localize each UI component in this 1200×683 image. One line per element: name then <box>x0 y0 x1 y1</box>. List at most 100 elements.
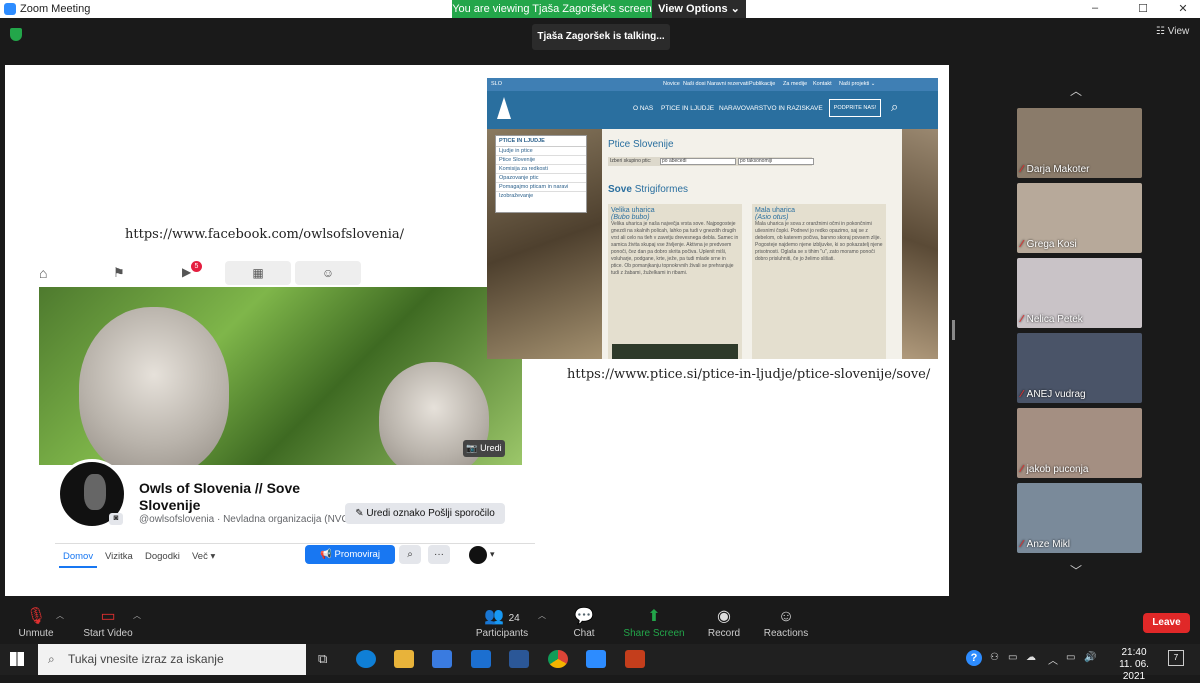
volume-icon[interactable]: 🔊 <box>1084 652 1096 663</box>
chat-button[interactable]: 💬 Chat <box>544 606 624 639</box>
filter-label: Izberi skupino ptic: <box>610 158 652 164</box>
word-icon[interactable] <box>509 650 529 668</box>
ptice-top-link[interactable]: Novice <box>663 81 680 87</box>
windows-taskbar: ⌕ Tukaj vnesite izraz za iskanje ⧉ ? ⚇ ▭… <box>0 644 1200 682</box>
network-icon[interactable]: ▭ <box>1066 652 1075 663</box>
minimize-button[interactable]: – <box>1080 2 1110 14</box>
resize-handle[interactable] <box>952 320 955 340</box>
scroll-down-icon[interactable]: ﹀ <box>1070 562 1082 579</box>
onedrive-icon[interactable]: ☁ <box>1026 652 1036 663</box>
ptice-top-link[interactable]: Naši projekti ⌄ <box>839 81 875 87</box>
view-layout-button[interactable]: ☷ View <box>1156 26 1189 37</box>
share-screen-button[interactable]: ⬆ Share Screen <box>614 606 694 639</box>
dopps-bird-logo-icon[interactable] <box>497 97 511 119</box>
ptice-top-link[interactable]: Publikacije <box>749 81 775 87</box>
view-options-button[interactable]: View Options ⌄ <box>652 0 746 18</box>
side-menu-item[interactable]: Izobraževanje <box>496 192 586 200</box>
task-view-icon[interactable]: ⧉ <box>318 651 327 667</box>
tab-about[interactable]: Vizitka <box>105 551 133 562</box>
reactions-button[interactable]: ☺ Reactions <box>746 606 826 639</box>
tab-home[interactable]: Domov <box>63 551 93 562</box>
unmute-button[interactable]: 🎙 Unmute <box>0 606 76 639</box>
nav-birds-people[interactable]: PTICE IN LJUDJE <box>661 105 714 112</box>
flag-icon[interactable]: ⚑ <box>113 265 125 281</box>
species-card[interactable]: Velika uharica (Bubo bubo) Velika uharic… <box>608 204 742 359</box>
filter-taxonomy-select[interactable]: po taksonomiji <box>738 158 814 165</box>
side-menu-item[interactable]: Komisija za redkosti <box>496 165 586 174</box>
video-options-chevron-icon[interactable]: ︿ <box>133 610 141 621</box>
participant-name-label: ⁄ jakob puconja <box>1021 464 1088 475</box>
participant-name: Darja Makoter <box>1026 164 1090 175</box>
security-shield-icon[interactable] <box>10 28 22 41</box>
chrome-icon[interactable] <box>548 650 568 668</box>
zoom-icon[interactable] <box>586 650 606 668</box>
side-menu-item[interactable]: Pomagajmo pticam in naravi <box>496 183 586 192</box>
close-button[interactable]: ✕ <box>1168 2 1198 15</box>
windows-start-icon[interactable] <box>10 652 24 666</box>
search-icon[interactable]: ⌕ <box>891 99 898 115</box>
file-explorer-icon[interactable] <box>394 650 414 668</box>
nav-about[interactable]: O NAS <box>633 105 653 112</box>
owl-chick-left <box>79 307 229 465</box>
share-screen-icon: ⬆ <box>647 608 661 625</box>
support-us-button[interactable]: PODPRITE NAS! <box>829 99 881 117</box>
page-title: Owls of Slovenia // Sove Slovenije <box>139 480 301 513</box>
ptice-topbar: SLO Novice Naši dosi Naravni rezervati P… <box>487 78 938 91</box>
ptice-top-link[interactable]: Za medije <box>783 81 807 87</box>
edit-cover-button[interactable]: 📷 Uredi <box>463 440 505 457</box>
marketplace-icon[interactable]: ▦ <box>225 261 291 285</box>
lang-selector[interactable]: SLO <box>491 81 502 87</box>
species-card[interactable]: Mala uharica (Asio otus) Mala uharica je… <box>752 204 886 359</box>
ptice-top-link[interactable]: Kontakt <box>813 81 832 87</box>
participant-tile[interactable]: ⁄ Grega Kosi <box>1017 183 1142 253</box>
groups-icon[interactable]: ☺ <box>295 261 361 285</box>
audio-options-chevron-icon[interactable]: ︿ <box>56 610 64 621</box>
search-icon: ⌕ <box>48 652 55 666</box>
participant-tile[interactable]: ⁄ jakob puconja <box>1017 408 1142 478</box>
search-icon[interactable]: ⌕ <box>399 545 421 564</box>
facebook-nav-bar: ⌂ ⚑ ▶ 5 ▦ ☺ <box>25 261 365 287</box>
participant-name: jakob puconja <box>1026 464 1089 475</box>
filter-alphabetic-select[interactable]: po abecedi <box>660 158 736 165</box>
muted-mic-icon: ⁄ <box>1021 539 1023 550</box>
scroll-up-icon[interactable]: ︿ <box>1070 82 1082 99</box>
help-icon[interactable]: ? <box>966 650 982 666</box>
tab-more[interactable]: Več ▾ <box>192 551 215 562</box>
edge-icon[interactable] <box>356 650 376 668</box>
participant-tile[interactable]: ⁄ Darja Makoter <box>1017 108 1142 178</box>
side-menu-item[interactable]: Opazovanje ptic <box>496 174 586 183</box>
ptice-top-link[interactable]: Naši dosi <box>683 81 706 87</box>
show-hidden-icons-chevron-icon[interactable]: ︿ <box>1048 652 1058 667</box>
home-icon[interactable]: ⌂ <box>39 265 47 281</box>
tab-events[interactable]: Dogodki <box>145 551 180 562</box>
microsoft-store-icon[interactable] <box>432 650 452 668</box>
side-menu-item[interactable]: Ptice Slovenije <box>496 156 586 165</box>
participants-button[interactable]: 👥 24 Participants <box>462 606 542 639</box>
video-icon[interactable]: ▶ <box>182 265 191 279</box>
side-menu-title: PTICE IN LJUDJE <box>496 136 586 147</box>
taskbar-clock[interactable]: 21:40 11. 06. 2021 <box>1108 647 1160 683</box>
muted-mic-icon: 🎙 <box>25 608 47 625</box>
clock-date: 11. 06. 2021 <box>1119 659 1149 682</box>
camera-icon[interactable]: ◙ <box>109 513 123 525</box>
powerpoint-icon[interactable] <box>625 650 645 668</box>
participant-tile[interactable]: ⁄ Anze Mikl <box>1017 483 1142 553</box>
leave-button[interactable]: Leave <box>1143 613 1190 633</box>
side-menu-item[interactable]: Ljudje in ptice <box>496 147 586 156</box>
nav-conservation[interactable]: NARAVOVARSTVO IN RAZISKAVE <box>719 105 823 112</box>
edit-page-button[interactable]: ✎ Uredi oznako Pošlji sporočilo <box>345 503 505 524</box>
battery-icon[interactable]: ▭ <box>1008 652 1017 663</box>
zoom-logo-icon <box>4 3 16 15</box>
notification-center-icon[interactable]: 7 <box>1168 650 1184 666</box>
participant-tile[interactable]: ⁄ Nelica Petek <box>1017 258 1142 328</box>
taskbar-search-box[interactable]: ⌕ Tukaj vnesite izraz za iskanje <box>38 644 306 675</box>
promote-button[interactable]: 📢 Promoviraj <box>305 545 395 564</box>
more-options-icon[interactable]: ··· <box>428 545 450 564</box>
mail-icon[interactable] <box>471 650 491 668</box>
profile-avatar[interactable] <box>469 546 487 564</box>
maximize-button[interactable]: ☐ <box>1128 2 1158 15</box>
ptice-top-link[interactable]: Naravni rezervati <box>707 81 749 87</box>
people-icon[interactable]: ⚇ <box>990 652 999 663</box>
participant-tile[interactable]: ⁄ ANEJ vudrag <box>1017 333 1142 403</box>
chevron-down-icon[interactable]: ▾ <box>490 549 495 560</box>
